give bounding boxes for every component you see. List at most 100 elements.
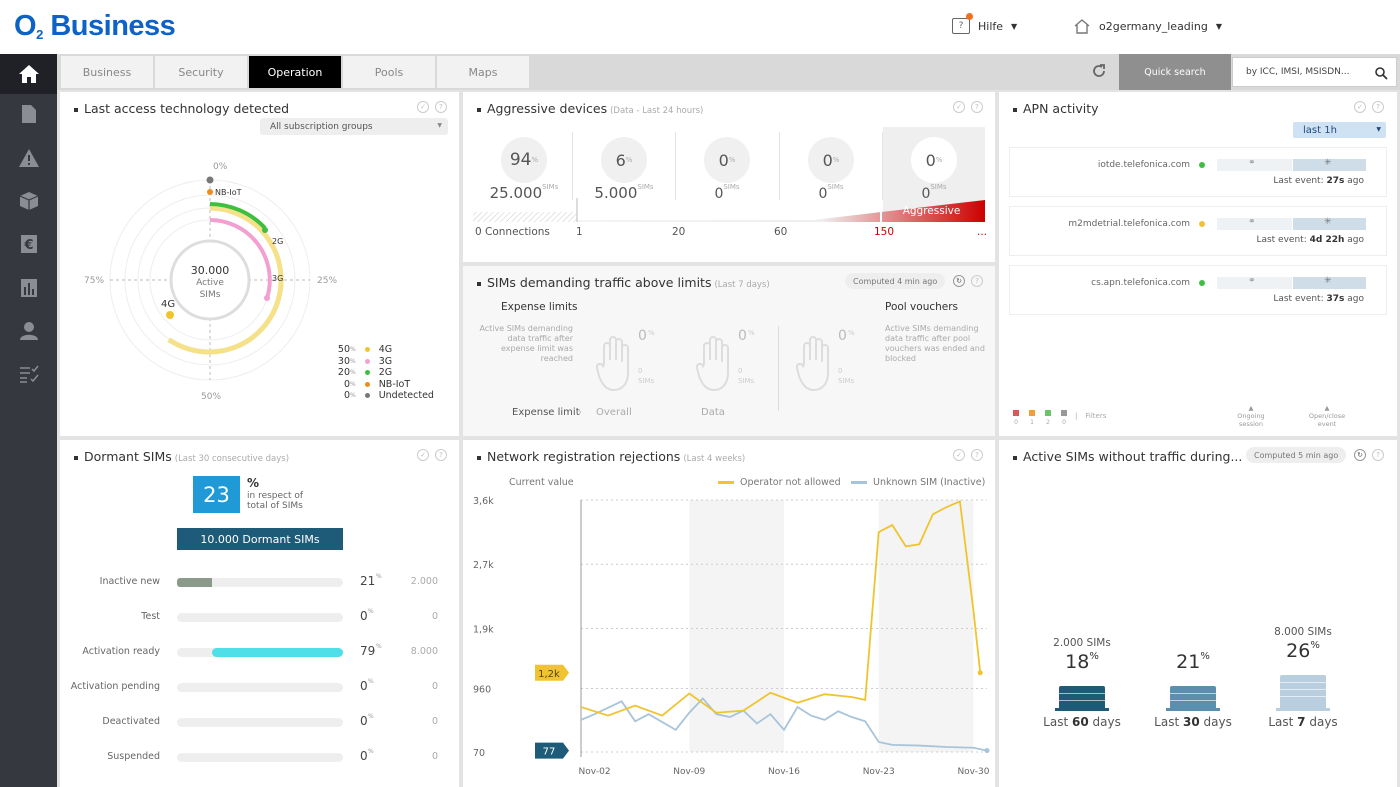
activity-icon: ✳	[1324, 276, 1332, 286]
filter-item[interactable]: 0	[1013, 410, 1019, 426]
progress-track	[177, 613, 343, 622]
panel-title: Network registration rejections (Last 4 w…	[477, 449, 745, 464]
quick-search-label: Quick search	[1119, 54, 1231, 90]
series-end-point-1	[984, 748, 990, 754]
registration-rejections-panel: Network registration rejections (Last 4 w…	[463, 440, 995, 787]
warning-icon[interactable]	[16, 145, 42, 171]
legend-dot	[364, 358, 370, 364]
legend-item: 30% 3G	[328, 356, 392, 367]
current-value-label: Current value	[509, 477, 574, 488]
period-days: 30	[1182, 715, 1200, 729]
aggressive-pct: 0	[925, 150, 936, 170]
help-icon[interactable]: ?	[435, 449, 447, 461]
checklist-icon[interactable]	[16, 361, 42, 387]
help-icon: ?	[952, 13, 973, 34]
breadcrumb-expense-limit[interactable]: Expense limit	[512, 407, 580, 418]
dormant-row-count: 0	[431, 751, 438, 762]
progress-track	[177, 753, 343, 762]
pct-sign: %	[376, 573, 382, 580]
filter-item[interactable]: 1	[1029, 410, 1035, 426]
tabs-bar: Business Security Operation Pools Maps Q…	[57, 54, 1400, 90]
legend-operator: Operator not allowed	[718, 477, 841, 488]
user-icon[interactable]	[16, 318, 42, 344]
home-icon[interactable]	[16, 61, 42, 87]
refresh-icon[interactable]: ↻	[953, 275, 965, 287]
panel-title: APN activity	[1013, 101, 1099, 116]
settings-icon[interactable]: ✓	[953, 101, 965, 113]
document-icon[interactable]	[16, 101, 42, 127]
refresh-icon[interactable]: ↻	[1354, 449, 1366, 461]
settings-icon[interactable]: ✓	[953, 449, 965, 461]
y-tick-label: 3,6k	[473, 496, 494, 507]
last-event-label: Last event:	[1256, 235, 1307, 245]
hand-sims: 0	[738, 367, 743, 375]
quick-search-input[interactable]: by ICC, IMSI, MSISDN...	[1232, 57, 1397, 87]
settings-icon[interactable]: ✓	[417, 449, 429, 461]
sims-unit: SIMs	[723, 183, 740, 191]
tab-operation[interactable]: Operation	[249, 56, 341, 88]
account-name: o2germany_leading	[1099, 19, 1208, 33]
hand-sims: 0	[838, 367, 843, 375]
help-icon[interactable]: ?	[435, 101, 447, 113]
filter-item[interactable]: 2	[1045, 410, 1051, 426]
dormant-row-pct: 0	[360, 609, 368, 623]
time-range-select[interactable]: last 1h ▼	[1293, 122, 1386, 138]
sims-unit: SIMs	[827, 183, 844, 191]
filter-count: 0	[1014, 419, 1018, 426]
legend-dot	[364, 347, 370, 352]
no-traffic-sims: 2.000 SIMs	[1053, 637, 1111, 649]
no-traffic-pct: 21%	[1153, 651, 1233, 673]
search-placeholder: by ICC, IMSI, MSISDN...	[1246, 67, 1350, 77]
legend-pct: 0	[343, 378, 350, 390]
series-end-point-0	[977, 670, 983, 676]
search-icon[interactable]	[1375, 65, 1388, 84]
bar-base	[1276, 708, 1330, 711]
filters-label[interactable]: Filters	[1085, 412, 1106, 420]
period-label: Last	[1043, 715, 1069, 729]
account-menu[interactable]: o2germany_leading ▼	[1073, 18, 1222, 34]
subscription-group-select[interactable]: All subscription groups ▼	[260, 118, 448, 135]
settings-icon[interactable]: ✓	[1354, 101, 1366, 113]
help-icon[interactable]: ?	[1372, 449, 1384, 461]
x-tick-label: Nov-16	[768, 767, 800, 777]
legend-pct: 20	[337, 367, 350, 378]
stop-hand-icon	[796, 336, 829, 392]
no-traffic-pct-value: 26	[1286, 640, 1311, 662]
no-traffic-period: Last 30 days	[1143, 715, 1243, 729]
report-chart-icon[interactable]	[16, 275, 42, 301]
pct-sign: %	[748, 329, 755, 337]
period-unit: days	[1309, 715, 1338, 729]
period-label: Last	[1268, 715, 1294, 729]
legend-pct-sign: %	[350, 392, 356, 399]
tab-maps[interactable]: Maps	[437, 56, 529, 88]
tab-pools[interactable]: Pools	[343, 56, 435, 88]
filter-item[interactable]: 0	[1061, 410, 1067, 426]
help-icon[interactable]: ?	[971, 449, 983, 461]
apn-item[interactable]: iotde.telefonica.com ⚭ ✳ Last event: 27s ag…	[1009, 147, 1387, 197]
settings-icon[interactable]: ✓	[417, 101, 429, 113]
x-tick-label: Nov-30	[957, 767, 989, 777]
euro-icon[interactable]: €	[16, 231, 42, 257]
o2-business-logo[interactable]: O2 Business	[14, 10, 176, 43]
filter-icon[interactable]: |	[1075, 412, 1077, 420]
progress-fill	[211, 648, 343, 657]
pct-left-label: 75%	[84, 276, 105, 286]
y-tick-label: 1,9k	[473, 624, 494, 635]
x-tick-label: Nov-02	[579, 767, 611, 777]
help-menu[interactable]: ? Hilfe ▼	[952, 13, 1017, 34]
aggressive-circle: 94%	[501, 137, 547, 183]
legend-swatch-unknown	[851, 481, 867, 484]
tab-business[interactable]: Business	[61, 56, 153, 88]
tab-security[interactable]: Security	[155, 56, 247, 88]
help-icon[interactable]: ?	[971, 275, 983, 287]
apn-item[interactable]: cs.apn.telefonica.com ⚭ ✳ Last event: 37s a…	[1009, 265, 1387, 315]
pct-bottom-label: 50%	[201, 392, 222, 402]
refresh-icon[interactable]	[1091, 63, 1107, 83]
last-event-time: 4d 22h	[1309, 235, 1345, 245]
help-icon[interactable]: ?	[971, 101, 983, 113]
apn-item[interactable]: m2mdetrial.telefonica.com ⚭ ✳ Last event: 4…	[1009, 206, 1387, 256]
dormant-sims-button[interactable]: 10.000 Dormant SIMs	[177, 528, 343, 550]
link-icon: ⚭	[1248, 158, 1256, 168]
package-icon[interactable]	[16, 188, 42, 214]
help-icon[interactable]: ?	[1372, 101, 1384, 113]
